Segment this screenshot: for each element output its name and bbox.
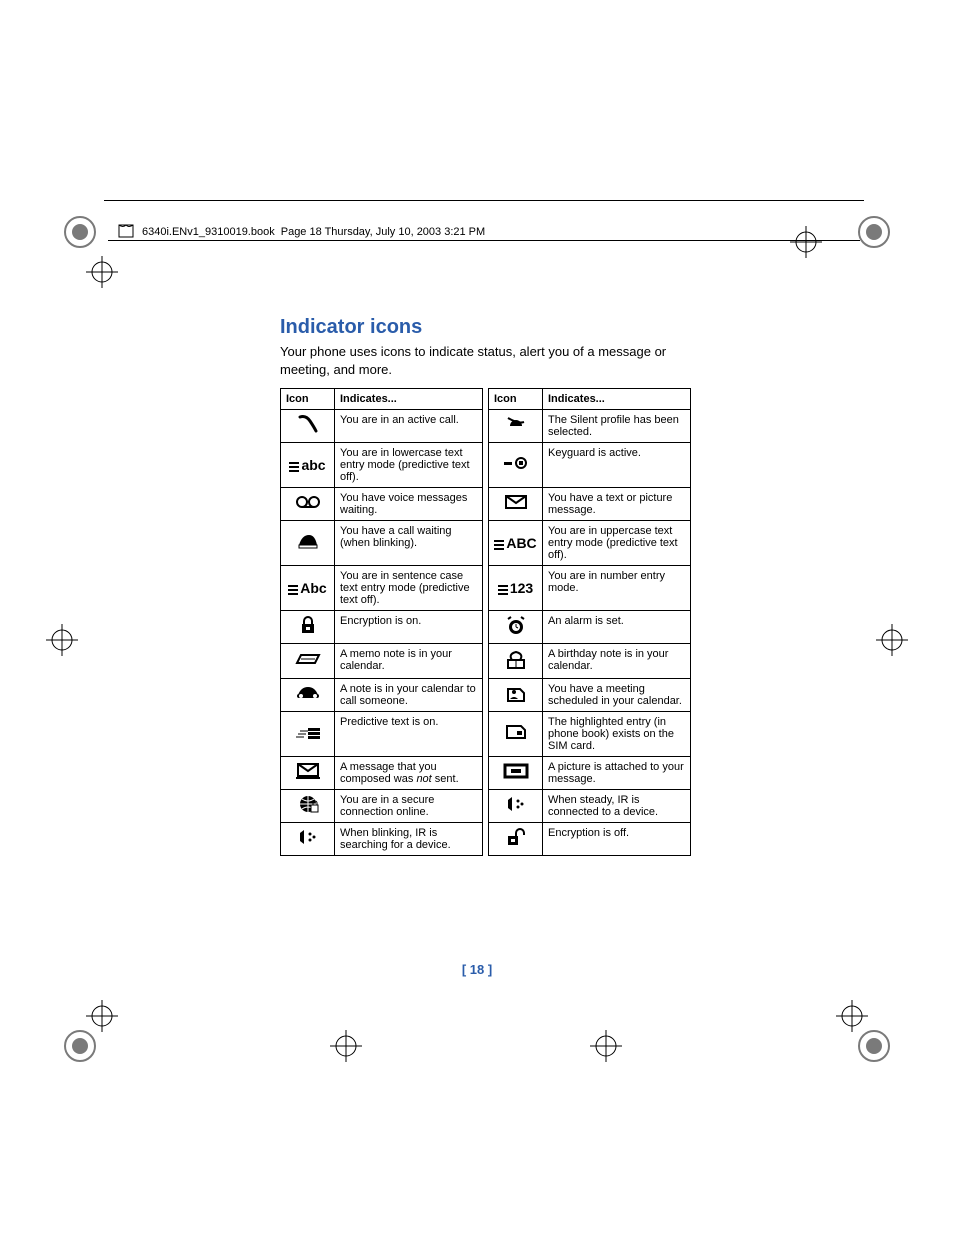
icon-description: The highlighted entry (in phone book) ex…: [543, 712, 691, 757]
encryption-off-icon: [489, 823, 543, 856]
silent-profile-icon: [489, 410, 543, 443]
indicator-icons-table: Icon Indicates... Icon Indicates... You …: [280, 388, 691, 856]
alarm-set-icon: [489, 611, 543, 644]
icon-description: When blinking, IR is searching for a dev…: [335, 823, 483, 856]
number-mode-icon: 123: [489, 566, 543, 611]
crosshair-icon: [790, 226, 834, 270]
icon-description: You are in an active call.: [335, 410, 483, 443]
crosshair-icon: [46, 624, 90, 668]
crosshair-icon: [86, 256, 130, 300]
picture-attached-icon: [489, 757, 543, 790]
icon-description: You are in number entry mode.: [543, 566, 691, 611]
icon-description: You are in lowercase text entry mode (pr…: [335, 443, 483, 488]
crosshair-icon: [836, 1000, 880, 1044]
lowercase-mode-icon: abc: [281, 443, 335, 488]
table-row: You are in a secure connection online. Wh…: [281, 790, 691, 823]
book-header-file: 6340i.ENv1_9310019.book: [142, 226, 275, 238]
crop-mark-icon: [58, 210, 102, 254]
icon-description: A picture is attached to your message.: [543, 757, 691, 790]
table-header-row: Icon Indicates... Icon Indicates...: [281, 389, 691, 410]
icon-description: The Silent profile has been selected.: [543, 410, 691, 443]
icon-description: You have a text or picture message.: [543, 488, 691, 521]
call-note-icon: [281, 679, 335, 712]
icon-description: A memo note is in your calendar.: [335, 644, 483, 679]
page-number: [ 18 ]: [0, 962, 954, 977]
predictive-text-icon: [281, 712, 335, 757]
header-icon-left: Icon: [281, 389, 335, 410]
crop-mark-icon: [852, 210, 896, 254]
crosshair-icon: [876, 624, 920, 668]
crosshair-icon: [330, 1030, 374, 1074]
icon-description: Encryption is off.: [543, 823, 691, 856]
icon-description: A birthday note is in your calendar.: [543, 644, 691, 679]
active-call-icon: [281, 410, 335, 443]
icon-description: You are in sentence case text entry mode…: [335, 566, 483, 611]
memo-note-icon: [281, 644, 335, 679]
unsent-message-icon: [281, 757, 335, 790]
icon-description: A note is in your calendar to call someo…: [335, 679, 483, 712]
book-header-meta: Page 18 Thursday, July 10, 2003 3:21 PM: [281, 226, 485, 238]
section-title: Indicator icons: [280, 316, 690, 339]
icon-description: Keyguard is active.: [543, 443, 691, 488]
meeting-icon: [489, 679, 543, 712]
table-row: When blinking, IR is searching for a dev…: [281, 823, 691, 856]
crosshair-icon: [86, 1000, 130, 1044]
sim-entry-icon: [489, 712, 543, 757]
secure-connection-icon: [281, 790, 335, 823]
icon-description: You are in uppercase text entry mode (pr…: [543, 521, 691, 566]
icon-description: Encryption is on.: [335, 611, 483, 644]
ir-searching-icon: [281, 823, 335, 856]
table-row: A memo note is in your calendar. A birthd…: [281, 644, 691, 679]
header-icon-right: Icon: [489, 389, 543, 410]
crosshair-icon: [590, 1030, 634, 1074]
icon-description: You have a call waiting (when blinking).: [335, 521, 483, 566]
icon-description: An alarm is set.: [543, 611, 691, 644]
table-row: A note is in your calendar to call someo…: [281, 679, 691, 712]
sentence-case-icon: Abc: [281, 566, 335, 611]
uppercase-mode-icon: ABC: [489, 521, 543, 566]
table-row: A message that you composed was not sent…: [281, 757, 691, 790]
message-icon: [489, 488, 543, 521]
call-waiting-icon: [281, 521, 335, 566]
birthday-note-icon: [489, 644, 543, 679]
icon-description: You have voice messages waiting.: [335, 488, 483, 521]
icon-description: You have a meeting scheduled in your cal…: [543, 679, 691, 712]
book-icon: [118, 224, 136, 240]
keyguard-icon: [489, 443, 543, 488]
voicemail-icon: [281, 488, 335, 521]
table-row: You are in an active call. The Silent pro…: [281, 410, 691, 443]
header-indicates-left: Indicates...: [335, 389, 483, 410]
icon-description: Predictive text is on.: [335, 712, 483, 757]
table-row: Encryption is on. An alarm is set.: [281, 611, 691, 644]
ir-connected-icon: [489, 790, 543, 823]
table-row: abcYou are in lowercase text entry mode …: [281, 443, 691, 488]
book-header: 6340i.ENv1_9310019.book Page 18 Thursday…: [118, 224, 485, 240]
table-row: Predictive text is on. The highlighted en…: [281, 712, 691, 757]
table-row: You have a call waiting (when blinking).…: [281, 521, 691, 566]
table-row: You have voice messages waiting. You have…: [281, 488, 691, 521]
icon-description: You are in a secure connection online.: [335, 790, 483, 823]
icon-description: A message that you composed was not sent…: [335, 757, 483, 790]
table-row: AbcYou are in sentence case text entry m…: [281, 566, 691, 611]
header-indicates-right: Indicates...: [543, 389, 691, 410]
intro-paragraph: Your phone uses icons to indicate status…: [280, 343, 690, 378]
icon-description: When steady, IR is connected to a device…: [543, 790, 691, 823]
encryption-on-icon: [281, 611, 335, 644]
